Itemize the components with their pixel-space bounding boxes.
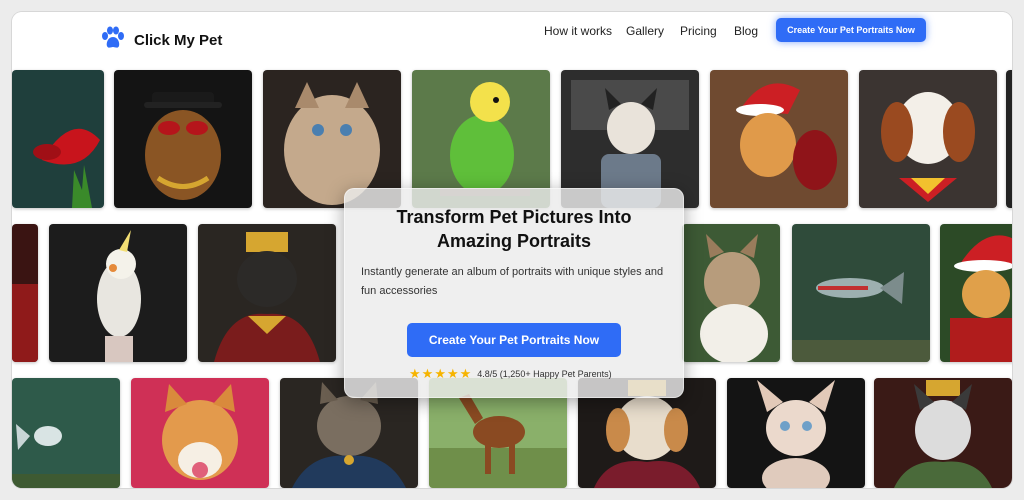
star-icon: ★ <box>459 366 472 381</box>
nav-cta-button[interactable]: Create Your Pet Portraits Now <box>776 18 926 42</box>
sphynx-cat-tile[interactable] <box>727 378 865 488</box>
aquarium-tile[interactable] <box>12 378 120 488</box>
husky-king-tile[interactable] <box>874 378 1012 488</box>
hero-subtitle: Instantly generate an album of portraits… <box>361 266 664 297</box>
aquarium-fish-tile[interactable] <box>792 224 930 362</box>
edge-tile <box>1006 70 1012 208</box>
hero-cta-button[interactable]: Create Your Pet Portraits Now <box>407 323 621 357</box>
star-icon: ★ <box>446 366 459 381</box>
nav-link-blog[interactable]: Blog <box>734 24 758 38</box>
rating-row: ★ ★ ★ ★ ★ 4.8/5 (1,250+ Happy Pet Parent… <box>409 367 623 380</box>
star-icon: ★ <box>434 366 446 381</box>
red-costume-tile[interactable] <box>12 224 38 362</box>
star-icon: ★ <box>409 366 421 381</box>
nav-link-how-it-works[interactable]: How it works <box>544 24 612 38</box>
rating-text: 4.8/5 (1,250+ Happy Pet Parents) <box>477 368 612 379</box>
tabby-cat-tile[interactable] <box>682 224 780 362</box>
royal-bulldog-tile[interactable] <box>198 224 336 362</box>
superman-spaniel-tile[interactable] <box>859 70 997 208</box>
hero-title: Transform Pet Pictures Into Amazing Port… <box>396 207 632 251</box>
star-icon: ★ <box>421 366 434 381</box>
dog-sunglasses-tile[interactable] <box>114 70 252 208</box>
rating-stars: ★ ★ ★ ★ ★ <box>409 367 471 380</box>
browser-window: Click My Pet How it works Gallery Pricin… <box>12 12 1012 488</box>
santa-cat-tile[interactable] <box>710 70 848 208</box>
santa-dog-tile[interactable] <box>940 224 1012 362</box>
nav-link-pricing[interactable]: Pricing <box>680 24 717 38</box>
top-navbar: Click My Pet How it works Gallery Pricin… <box>12 12 1012 68</box>
betta-fish-tile[interactable] <box>12 70 104 208</box>
hero-card: Transform Pet Pictures Into Amazing Port… <box>344 188 684 398</box>
cockatiel-tile[interactable] <box>49 224 187 362</box>
nav-link-gallery[interactable]: Gallery <box>626 24 664 38</box>
paw-icon <box>100 26 126 55</box>
brand-name: Click My Pet <box>134 31 223 49</box>
shiba-dog-tile[interactable] <box>131 378 269 488</box>
brand-logo[interactable]: Click My Pet <box>100 20 222 60</box>
